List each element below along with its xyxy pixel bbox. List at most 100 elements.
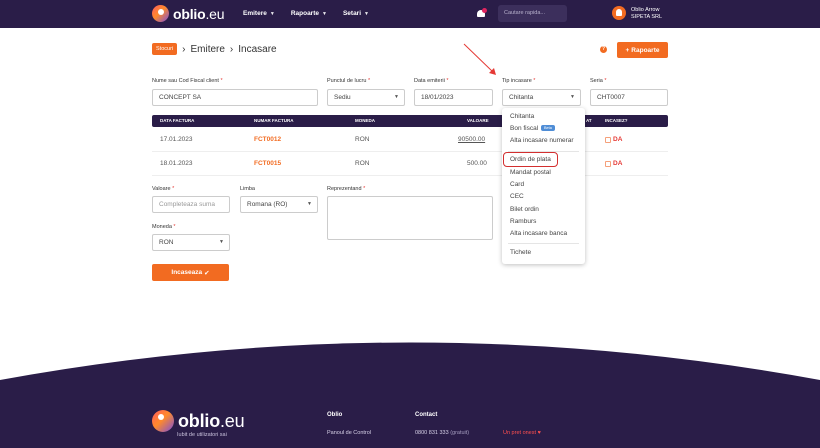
beta-badge: Beta — [541, 125, 555, 132]
col-value: VALOARE — [467, 118, 489, 123]
user-name: Oblio Arrow — [631, 7, 660, 13]
dropdown-divider — [508, 243, 579, 244]
chevron-down-icon: ▼ — [322, 10, 327, 17]
footer-tagline: Iubit de utilizatori sai — [177, 432, 227, 438]
reports-button-label: Rapoarte — [631, 46, 660, 54]
chevron-down-icon: ▼ — [364, 10, 369, 17]
nav-setari-label: Setari — [342, 10, 362, 17]
collect-checkbox[interactable] — [605, 137, 611, 143]
row-date: 17.01.2023 — [160, 136, 193, 143]
chevron-down-icon: ▼ — [394, 94, 399, 100]
currency-value: RON — [159, 239, 174, 246]
row-invoice-link[interactable]: FCT0012 — [254, 136, 281, 143]
footer-col-contact: Contact — [415, 412, 438, 418]
col-collected: AT — [586, 118, 592, 123]
col-currency: MONEDA — [355, 118, 375, 123]
client-input[interactable]: CONCEPT SA — [152, 89, 318, 106]
footer-background — [0, 342, 820, 448]
user-menu[interactable]: Oblio Arrow SIPETA SRL — [631, 7, 662, 20]
nav-emitere-label: Emitere — [243, 10, 267, 17]
submit-label: Incaseaza — [171, 269, 203, 276]
option-alta-banca[interactable]: Alta incasare banca — [510, 230, 567, 237]
footer-brand-name: oblio — [178, 410, 220, 431]
row-value: 500.00 — [467, 160, 487, 167]
user-avatar-icon[interactable] — [612, 6, 626, 20]
nav-rapoarte[interactable]: Rapoarte ▼ — [291, 10, 327, 17]
table-row: 18.01.2023 FCT0015 RON 500.00 DA — [152, 152, 668, 176]
series-input[interactable]: CHT0007 — [590, 89, 668, 106]
breadcrumb-incasare: Incasare — [238, 43, 277, 55]
breadcrumb: Stocuri › Emitere › Incasare — [152, 43, 277, 55]
notification-badge — [482, 8, 487, 13]
breadcrumb-separator: › — [229, 43, 234, 55]
footer-logo[interactable]: oblio.eu — [152, 410, 245, 432]
col-number: NUMAR FACTURA — [254, 118, 294, 123]
table-row: 17.01.2023 FCT0012 RON 90500.00 DA — [152, 128, 668, 152]
footer-phone[interactable]: 0800 831 333 (gratuit) — [415, 430, 469, 436]
chevron-down-icon: ▼ — [307, 201, 312, 207]
col-date: DATA FACTURA — [160, 118, 195, 123]
row-invoice-link[interactable]: FCT0015 — [254, 160, 281, 167]
payment-type-select[interactable]: Chitanta ▼ — [502, 89, 581, 106]
help-icon[interactable]: ? — [600, 46, 607, 53]
brand-domain: .eu — [205, 5, 225, 22]
annotation-arrow-icon — [463, 43, 496, 75]
amount-label: Valoare * — [152, 186, 175, 192]
row-date: 18.01.2023 — [160, 160, 193, 167]
stocuri-badge[interactable]: Stocuri — [152, 43, 178, 55]
language-select[interactable]: Romana (RO) ▼ — [240, 196, 318, 213]
nav-setari[interactable]: Setari ▼ — [343, 10, 369, 17]
breadcrumb-emitere[interactable]: Emitere — [190, 44, 224, 55]
location-select[interactable]: Sediu ▼ — [327, 89, 405, 106]
option-alta-numerar[interactable]: Alta incasare numerar — [510, 137, 574, 144]
option-cec[interactable]: CEC — [510, 193, 524, 200]
chevron-down-icon: ▼ — [570, 94, 575, 100]
chevron-down-icon: ▼ — [219, 239, 224, 245]
notification-bell-icon[interactable] — [477, 8, 487, 18]
option-chitanta[interactable]: Chitanta — [510, 113, 534, 120]
date-input[interactable]: 18/01/2023 — [414, 89, 493, 106]
plus-icon: + — [625, 46, 630, 54]
collect-submit-button[interactable]: Incaseaza ✔ — [152, 264, 229, 281]
brand-name: oblio — [173, 5, 206, 22]
top-navbar: oblio.eu Emitere ▼ Rapoarte ▼ Setari ▼ Caut… — [0, 0, 820, 28]
option-card[interactable]: Card — [510, 181, 524, 188]
user-company: SIPETA SRL — [631, 13, 663, 20]
collect-checkbox[interactable] — [605, 161, 611, 167]
footer-link-panou[interactable]: Panoul de Control — [327, 430, 371, 436]
type-label: Tip incasare * — [502, 78, 536, 84]
nav-rapoarte-label: Rapoarte — [290, 10, 319, 17]
payment-type-value: Chitanta — [509, 94, 534, 101]
currency-select[interactable]: RON ▼ — [152, 234, 230, 251]
nav-emitere[interactable]: Emitere ▼ — [243, 10, 275, 17]
collect-label: DA — [613, 136, 623, 143]
invoices-table-header: DATA FACTURA NUMAR FACTURA MONEDA VALOAR… — [152, 115, 668, 127]
quick-search-input[interactable]: Cautare rapida... — [498, 5, 567, 22]
option-bon-fiscal[interactable]: Bon fiscal Beta — [510, 125, 555, 132]
brand-logo[interactable]: oblio.eu — [152, 5, 225, 22]
option-bilet-ordin[interactable]: Bilet ordin — [510, 206, 539, 213]
logo-icon — [152, 410, 174, 432]
col-collect: INCASEZ? — [605, 118, 628, 123]
date-label: Data emiterii * — [414, 78, 449, 84]
language-label: Limba — [240, 186, 255, 192]
reports-button[interactable]: + Rapoarte — [617, 42, 668, 58]
collect-label: DA — [613, 160, 623, 167]
breadcrumb-separator: › — [182, 43, 186, 55]
option-ramburs[interactable]: Ramburs — [510, 218, 536, 225]
representing-textarea[interactable] — [327, 196, 493, 240]
payment-type-dropdown: Chitanta Bon fiscal Beta Alta incasare n… — [502, 108, 585, 264]
option-mandat-postal[interactable]: Mandat postal — [510, 169, 551, 176]
check-icon: ✔ — [204, 269, 210, 277]
location-value: Sediu — [334, 94, 351, 101]
main-nav: Emitere ▼ Rapoarte ▼ Setari ▼ — [243, 10, 369, 17]
row-value[interactable]: 90500.00 — [458, 136, 485, 143]
option-tichete[interactable]: Tichete — [510, 249, 531, 256]
logo-icon — [152, 5, 169, 22]
series-label: Seria * — [590, 78, 607, 84]
footer-price-note[interactable]: Un pret onest ♥ — [503, 430, 541, 436]
amount-input[interactable]: Completeaza suma — [152, 196, 230, 213]
row-currency: RON — [355, 136, 370, 143]
representing-label: Reprezentand * — [327, 186, 366, 192]
heart-icon: ♥ — [537, 430, 541, 436]
